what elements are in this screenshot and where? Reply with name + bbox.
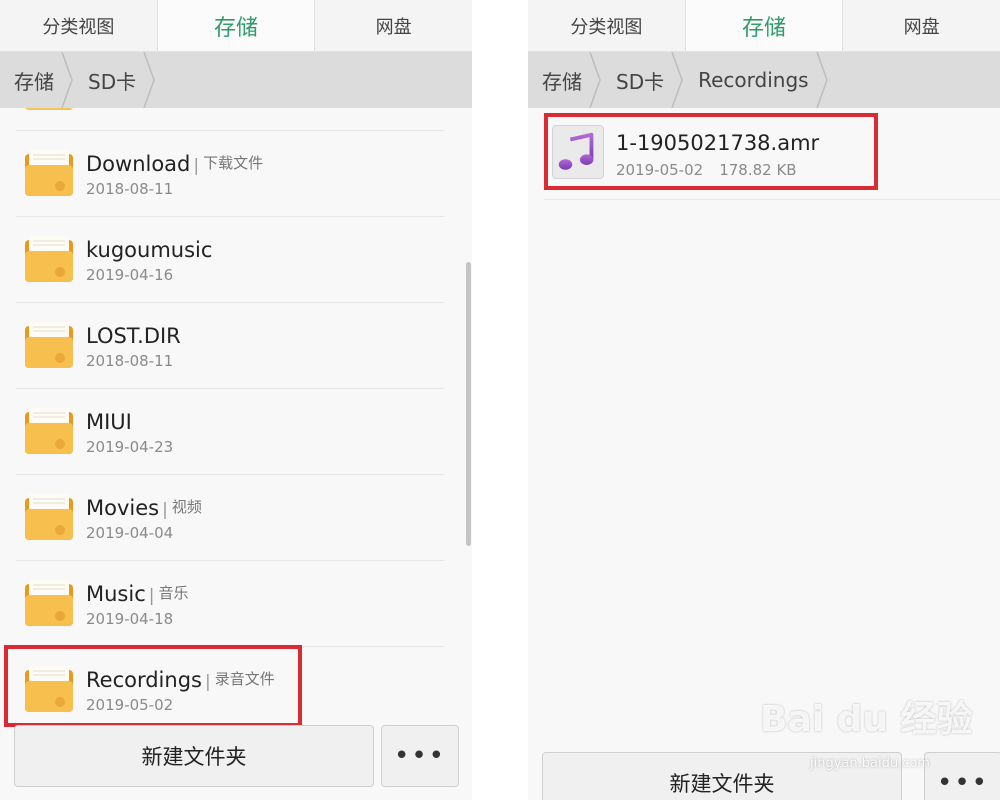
tab-bar: 分类视图 存储 网盘 bbox=[528, 0, 1000, 52]
tab-storage[interactable]: 存储 bbox=[157, 0, 316, 51]
chevron-right-icon bbox=[143, 52, 155, 108]
breadcrumb-storage[interactable]: 存储 bbox=[0, 52, 73, 108]
tab-category-view[interactable]: 分类视图 bbox=[0, 0, 158, 51]
tab-category-view[interactable]: 分类视图 bbox=[528, 0, 686, 51]
folder-date: 2019-04-18 bbox=[86, 610, 174, 628]
folder-tag: 下载文件 bbox=[203, 154, 264, 172]
folder-date: 2019-04-04 bbox=[86, 524, 174, 542]
scrollbar[interactable] bbox=[466, 262, 471, 546]
folder-icon bbox=[25, 494, 73, 540]
more-options-button[interactable]: ••• bbox=[924, 752, 1000, 800]
chevron-right-icon bbox=[815, 52, 828, 108]
left-file-manager-screen: 分类视图 存储 网盘 存储 SD卡 Download | 下载文件 2018-0… bbox=[0, 0, 472, 800]
breadcrumb-label: Recordings bbox=[698, 68, 809, 92]
folder-row-kugoumusic[interactable]: kugoumusic 2019-04-16 bbox=[16, 216, 444, 303]
list-item-partial[interactable] bbox=[16, 108, 444, 131]
folder-name: Download bbox=[86, 152, 191, 176]
folder-icon bbox=[25, 408, 73, 454]
watermark-url: jingyan.baidu.com bbox=[810, 756, 930, 771]
breadcrumb-recordings[interactable]: Recordings bbox=[682, 52, 828, 108]
breadcrumb-storage[interactable]: 存储 bbox=[528, 52, 601, 108]
breadcrumb: 存储 SD卡 bbox=[0, 52, 472, 108]
right-file-manager-screen: 分类视图 存储 网盘 存储 SD卡 Recordings 1-190502173… bbox=[528, 0, 1000, 800]
breadcrumb-label: 存储 bbox=[14, 69, 54, 94]
highlight-box bbox=[544, 113, 878, 190]
breadcrumb-sd-card[interactable]: SD卡 bbox=[72, 52, 155, 108]
tab-bar: 分类视图 存储 网盘 bbox=[0, 0, 472, 52]
tab-cloud-drive[interactable]: 网盘 bbox=[315, 0, 472, 51]
folder-name: Music bbox=[86, 582, 146, 606]
new-folder-button[interactable]: 新建文件夹 bbox=[14, 725, 374, 787]
folder-icon bbox=[25, 150, 73, 196]
folder-row-lost-dir[interactable]: LOST.DIR 2018-08-11 bbox=[16, 302, 444, 389]
folder-name: kugoumusic bbox=[86, 238, 213, 262]
folder-date: 2019-04-23 bbox=[86, 438, 174, 456]
folder-row-music[interactable]: Music | 音乐 2019-04-18 bbox=[16, 560, 444, 647]
breadcrumb-label: 存储 bbox=[542, 69, 582, 94]
folder-icon bbox=[25, 322, 73, 368]
folder-icon bbox=[25, 236, 73, 282]
breadcrumb-sd-card[interactable]: SD卡 bbox=[600, 52, 683, 108]
folder-tag: 视频 bbox=[171, 498, 202, 516]
folder-row-miui[interactable]: MIUI 2019-04-23 bbox=[16, 388, 444, 475]
breadcrumb-label: SD卡 bbox=[616, 69, 665, 94]
folder-icon bbox=[25, 108, 73, 110]
folder-icon bbox=[25, 580, 73, 626]
tab-storage[interactable]: 存储 bbox=[685, 0, 844, 51]
folder-name: Movies bbox=[86, 496, 160, 520]
folder-date: 2018-08-11 bbox=[86, 180, 174, 198]
highlight-box bbox=[4, 645, 302, 727]
folder-tag: 音乐 bbox=[158, 584, 189, 602]
folder-row-movies[interactable]: Movies | 视频 2019-04-04 bbox=[16, 474, 444, 561]
folder-date: 2019-04-16 bbox=[86, 266, 174, 284]
folder-date: 2018-08-11 bbox=[86, 352, 174, 370]
more-options-button[interactable]: ••• bbox=[381, 725, 459, 787]
folder-row-download[interactable]: Download | 下载文件 2018-08-11 bbox=[16, 130, 444, 217]
tab-cloud-drive[interactable]: 网盘 bbox=[843, 0, 1000, 51]
breadcrumb-label: SD卡 bbox=[88, 69, 137, 94]
folder-list: Download | 下载文件 2018-08-11 kugoumusic 2019… bbox=[0, 108, 460, 722]
folder-name: MIUI bbox=[86, 410, 132, 434]
folder-name: LOST.DIR bbox=[86, 324, 181, 348]
watermark-logo: Bai du 经验 bbox=[760, 699, 973, 740]
breadcrumb: 存储 SD卡 Recordings bbox=[528, 52, 1000, 108]
